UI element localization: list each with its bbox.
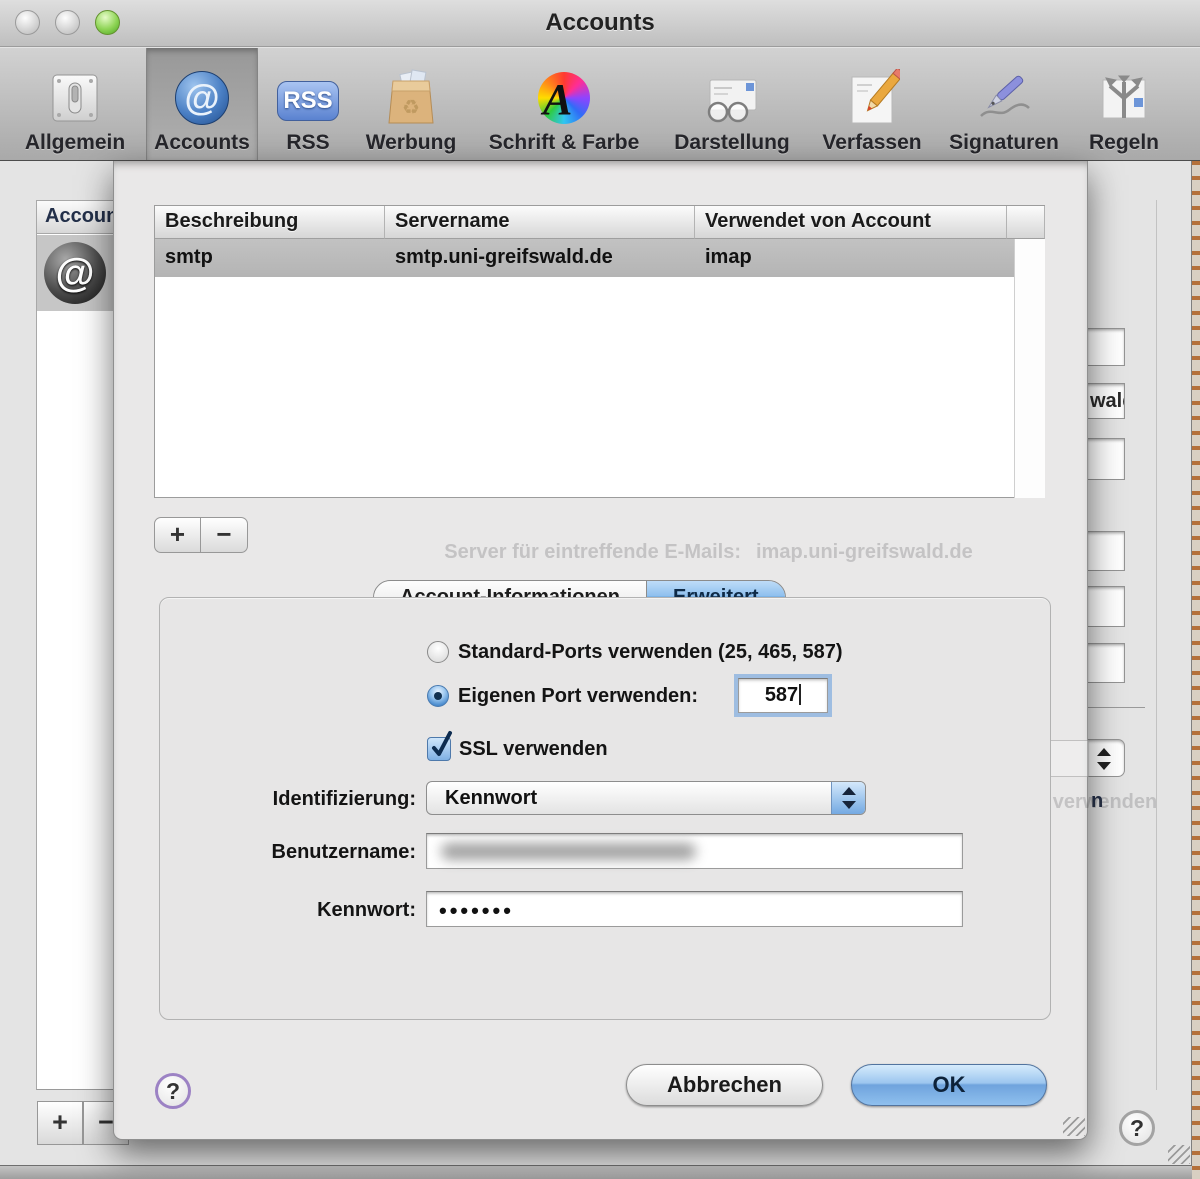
custom-port-label[interactable]: Eigenen Port verwenden:: [458, 685, 698, 708]
identification-popup[interactable]: Kennwort: [426, 781, 866, 815]
help-button[interactable]: ?: [1119, 1110, 1155, 1146]
column-header-spare: [1007, 206, 1045, 239]
smtp-server-table: Beschreibung Servername Verwendet von Ac…: [154, 205, 1045, 498]
password-label: Kennwort:: [206, 899, 416, 922]
window-bottom-edge: [0, 1165, 1200, 1179]
username-input[interactable]: [426, 833, 963, 869]
font-color-icon: A: [533, 67, 595, 129]
password-input[interactable]: •••••••: [426, 891, 963, 927]
text-caret: [799, 684, 801, 705]
toolbar-item-rss[interactable]: RSS RSS: [266, 48, 350, 160]
column-header-servername[interactable]: Servername: [385, 206, 695, 239]
toolbar-label: Signaturen: [949, 131, 1059, 155]
table-row-selected[interactable]: smtp smtp.uni-greifswald.de imap: [155, 239, 1014, 277]
toolbar-label: Werbung: [366, 131, 457, 155]
background-field: [1088, 328, 1125, 366]
popup-stepper-cap: [831, 782, 865, 814]
toolbar-item-werbung[interactable]: ♻ Werbung: [354, 48, 468, 160]
toolbar-label: Regeln: [1089, 131, 1159, 155]
junk-bag-icon: ♻: [380, 67, 442, 129]
background-field: wald: [1088, 383, 1125, 419]
toolbar-item-regeln[interactable]: Regeln: [1076, 48, 1172, 160]
ghost-incoming-server-label: Server für eintreffende E-Mails:: [444, 541, 741, 564]
rss-icon: RSS: [277, 67, 339, 129]
toolbar-item-allgemein[interactable]: Allgemein: [14, 48, 136, 160]
switch-icon: [44, 67, 106, 129]
standard-ports-label[interactable]: Standard-Ports verwenden (25, 465, 587): [458, 641, 843, 664]
sheet-help-button[interactable]: ?: [155, 1073, 191, 1109]
ssl-label[interactable]: SSL verwenden: [459, 738, 608, 761]
toolbar-label: Accounts: [154, 131, 250, 155]
divider: [1088, 707, 1145, 708]
accounts-sidebar: Accounts @: [36, 200, 114, 1090]
toolbar-label: Darstellung: [674, 131, 790, 155]
signature-pen-icon: [973, 67, 1035, 129]
background-popup: [1088, 739, 1125, 777]
background-field: [1088, 643, 1125, 683]
column-header-beschreibung[interactable]: Beschreibung: [155, 206, 385, 239]
remove-server-button[interactable]: −: [201, 517, 248, 553]
background-field: [1088, 438, 1125, 480]
toolbar-item-verfassen[interactable]: Verfassen: [812, 48, 932, 160]
background-field: [1088, 531, 1125, 571]
toolbar-label: Schrift & Farbe: [489, 131, 640, 155]
rules-icon: [1093, 67, 1155, 129]
sidebar-header: Accounts: [37, 201, 113, 234]
add-server-button[interactable]: +: [154, 517, 201, 553]
toolbar-item-signaturen[interactable]: Signaturen: [940, 48, 1068, 160]
at-icon: @: [171, 67, 233, 129]
custom-port-radio[interactable]: [427, 685, 449, 707]
toolbar-item-schrift-farbe[interactable]: A Schrift & Farbe: [476, 48, 652, 160]
cell-verwendet-von: imap: [705, 246, 752, 269]
identification-label: Identifizierung:: [206, 788, 416, 811]
svg-text:♻: ♻: [402, 97, 420, 119]
toolbar-item-accounts[interactable]: @ Accounts: [146, 48, 258, 160]
compose-icon: [841, 67, 903, 129]
viewing-icon: [701, 67, 763, 129]
cancel-button[interactable]: Abbrechen: [626, 1064, 823, 1106]
standard-ports-radio[interactable]: [427, 641, 449, 663]
window-title: Accounts: [0, 9, 1200, 37]
account-globe-icon: @: [44, 242, 106, 304]
divider: [1156, 200, 1157, 1090]
smtp-server-sheet: Server für eintreffende E-Mails: imap.un…: [113, 161, 1088, 1140]
sheet-resize-grip[interactable]: [1063, 1117, 1085, 1136]
ghost-incoming-server-value: imap.uni-greifswald.de: [756, 541, 973, 564]
scrollbar-track[interactable]: [1014, 239, 1045, 498]
toolbar-label: Verfassen: [822, 131, 921, 155]
sidebar-add-button[interactable]: +: [37, 1101, 83, 1145]
redacted-username: [441, 843, 696, 860]
sidebar-account-row[interactable]: @: [37, 235, 113, 311]
desktop-background: [1192, 161, 1200, 1179]
checkmark-icon: [430, 731, 456, 761]
ssl-checkbox[interactable]: [427, 737, 451, 761]
identification-value: Kennwort: [445, 787, 537, 809]
toolbar-item-darstellung[interactable]: Darstellung: [660, 48, 804, 160]
title-bar[interactable]: Accounts: [0, 0, 1200, 47]
toolbar-label: Allgemein: [25, 131, 125, 155]
cell-servername: smtp.uni-greifswald.de: [395, 246, 613, 269]
preferences-toolbar: Allgemein @ Accounts RSS RSS ♻: [0, 48, 1200, 161]
username-label: Benutzername:: [206, 841, 416, 864]
toolbar-label: RSS: [286, 131, 329, 155]
background-field: [1088, 586, 1125, 627]
resize-grip[interactable]: [1168, 1145, 1190, 1164]
cell-beschreibung: smtp: [165, 246, 213, 269]
column-header-verwendet[interactable]: Verwendet von Account: [695, 206, 1007, 239]
ok-button[interactable]: OK: [851, 1064, 1047, 1106]
screen: Accounts Allgemein @ Accounts: [0, 0, 1200, 1179]
custom-port-input[interactable]: 587: [738, 678, 828, 713]
custom-port-value: 587: [765, 684, 798, 706]
